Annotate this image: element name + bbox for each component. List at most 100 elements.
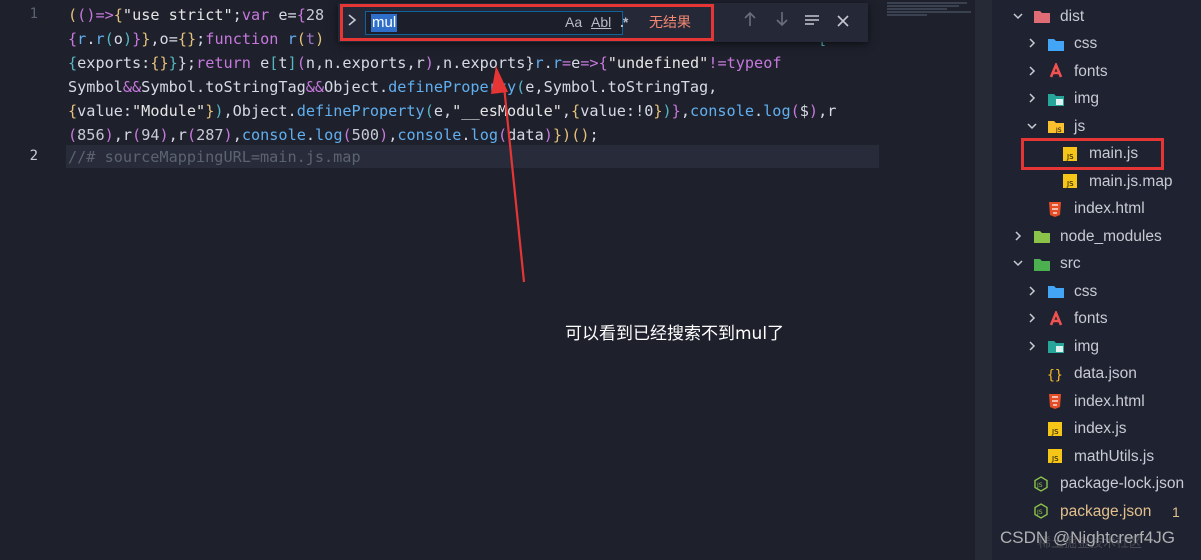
code-token: e [250, 54, 270, 72]
svg-text:JS: JS [1066, 153, 1074, 161]
find-query-text[interactable]: mul [371, 14, 398, 32]
explorer-item-dist[interactable]: dist [992, 3, 1201, 30]
explorer-item-index-html[interactable]: index.html [992, 196, 1201, 223]
explorer-item-img[interactable]: img [992, 333, 1201, 360]
code-token: 856 [77, 126, 105, 144]
explorer-item-js[interactable]: JS js [992, 113, 1201, 140]
chevron-right-icon[interactable] [1011, 230, 1025, 244]
code-token: r [95, 30, 105, 48]
chevron-down-icon[interactable] [1025, 120, 1039, 134]
explorer-item-node-modules[interactable]: node_modules [992, 223, 1201, 250]
code-token: ) [808, 102, 819, 120]
code-token: ) [379, 126, 389, 144]
code-line[interactable]: (()=>{"use strict";var e={28 [68, 3, 324, 27]
explorer-item-label: dist [1060, 7, 1085, 25]
explorer-item-fonts[interactable]: fonts [992, 306, 1201, 333]
toggle-replace-chevron-icon[interactable] [344, 13, 360, 31]
code-line[interactable]: {r.r(o)}},o={};function r(t) [68, 27, 324, 51]
code-token: Symbol [68, 78, 123, 96]
code-token: { [571, 102, 581, 120]
code-token: ( [296, 54, 306, 72]
find-input[interactable]: mul [365, 11, 623, 35]
code-token: n,n.exports,r [305, 54, 425, 72]
code-editor[interactable]: 1 2 (()=>{"use strict";var e={28 {r.r(o)… [0, 0, 975, 560]
explorer-item-label: fonts [1074, 310, 1108, 327]
chevron-down-icon[interactable] [1011, 257, 1025, 271]
explorer-item-package-json[interactable]: JS package.json 1 [992, 498, 1201, 525]
next-match-icon[interactable] [771, 11, 793, 33]
chevron-right-icon[interactable] [1025, 340, 1039, 354]
close-icon[interactable] [832, 11, 854, 33]
explorer-item-mathutils-js[interactable]: JS mathUtils.js [992, 443, 1201, 470]
explorer-item-package-lock-json[interactable]: JS package-lock.json [992, 471, 1201, 498]
explorer-item-img[interactable]: img [992, 86, 1201, 113]
explorer-item-css[interactable]: css [992, 31, 1201, 58]
code-token: e, [433, 102, 453, 120]
code-token: data [507, 126, 544, 144]
code-token: "__esModule" [452, 102, 562, 120]
chevron-right-icon[interactable] [1025, 37, 1039, 51]
folder-blue-icon [1047, 36, 1064, 52]
explorer-item-css[interactable]: css [992, 278, 1201, 305]
chevron-down-icon[interactable] [1011, 10, 1025, 24]
code-comment-line[interactable]: //# sourceMappingURL=main.js.map [68, 145, 361, 169]
code-token: { [68, 30, 78, 48]
code-token: .toStringTag, [598, 78, 718, 96]
code-token: . [378, 78, 389, 96]
code-token: ] [287, 54, 297, 72]
folder-red-a-icon [1047, 61, 1063, 79]
whole-word-icon[interactable]: Abl [591, 13, 611, 31]
code-line[interactable]: {exports:{}}};return e[t](n,n.exports,r)… [68, 51, 782, 75]
find-widget: mul Aa Abl .* 无结果 [338, 3, 868, 42]
code-token: ) [543, 126, 553, 144]
code-token: Symbol [141, 78, 197, 96]
chevron-right-icon[interactable] [1025, 285, 1039, 299]
code-token: } [653, 102, 663, 120]
explorer-item-label: src [1060, 255, 1081, 272]
code-token: t [278, 54, 288, 72]
find-in-selection-icon[interactable] [801, 11, 823, 33]
explorer-item-label: data.json [1074, 365, 1137, 382]
explorer-item-label: package-lock.json [1060, 475, 1185, 492]
explorer-item-main-js[interactable]: JS main.js [992, 141, 1201, 168]
line-number: 1 [29, 6, 38, 22]
code-token: } [552, 126, 563, 144]
editor-scrollbar[interactable] [975, 0, 992, 560]
explorer-item-data-json[interactable]: {} data.json [992, 361, 1201, 388]
code-token: r [287, 30, 297, 48]
code-token: { [68, 102, 78, 120]
code-token: } [168, 54, 178, 72]
match-case-icon[interactable]: Aa [565, 13, 582, 31]
code-token: { [598, 54, 608, 72]
code-token: Object [232, 102, 288, 120]
code-token: } [205, 102, 215, 120]
chevron-right-icon[interactable] [1025, 65, 1039, 79]
explorer-item-main-js-map[interactable]: JS main.js.map [992, 168, 1201, 195]
code-token: log [315, 126, 343, 144]
chevron-right-icon[interactable] [1025, 92, 1039, 106]
code-token: ( [424, 102, 434, 120]
svg-text:{}: {} [1047, 368, 1063, 382]
folder-green-img-icon [1047, 338, 1064, 354]
minimap[interactable] [887, 2, 973, 18]
explorer-item-label: index.html [1074, 200, 1145, 217]
previous-match-icon[interactable] [739, 11, 761, 33]
code-token: ( [296, 30, 306, 48]
code-token: $ [799, 102, 809, 120]
code-line[interactable]: (856),r(94),r(287),console.log(500),cons… [68, 123, 599, 147]
explorer-item-index-html[interactable]: index.html [992, 388, 1201, 415]
explorer-item-src[interactable]: src [992, 251, 1201, 278]
code-token: exports: [77, 54, 151, 72]
code-token: typeof [726, 54, 782, 72]
code-token: ) [424, 54, 434, 72]
js-file-icon: JS [1062, 173, 1078, 189]
explorer-item-index-js[interactable]: JS index.js [992, 416, 1201, 443]
regex-icon[interactable]: .* [620, 13, 628, 31]
code-line[interactable]: Symbol&&Symbol.toStringTag&&Object.defin… [68, 75, 717, 99]
explorer-item-fonts[interactable]: fonts [992, 58, 1201, 85]
code-line[interactable]: {value:"Module"}),Object.defineProperty(… [68, 99, 836, 123]
code-token: ) [214, 102, 224, 120]
code-token: ( [77, 6, 87, 24]
chevron-right-icon[interactable] [1025, 312, 1039, 326]
